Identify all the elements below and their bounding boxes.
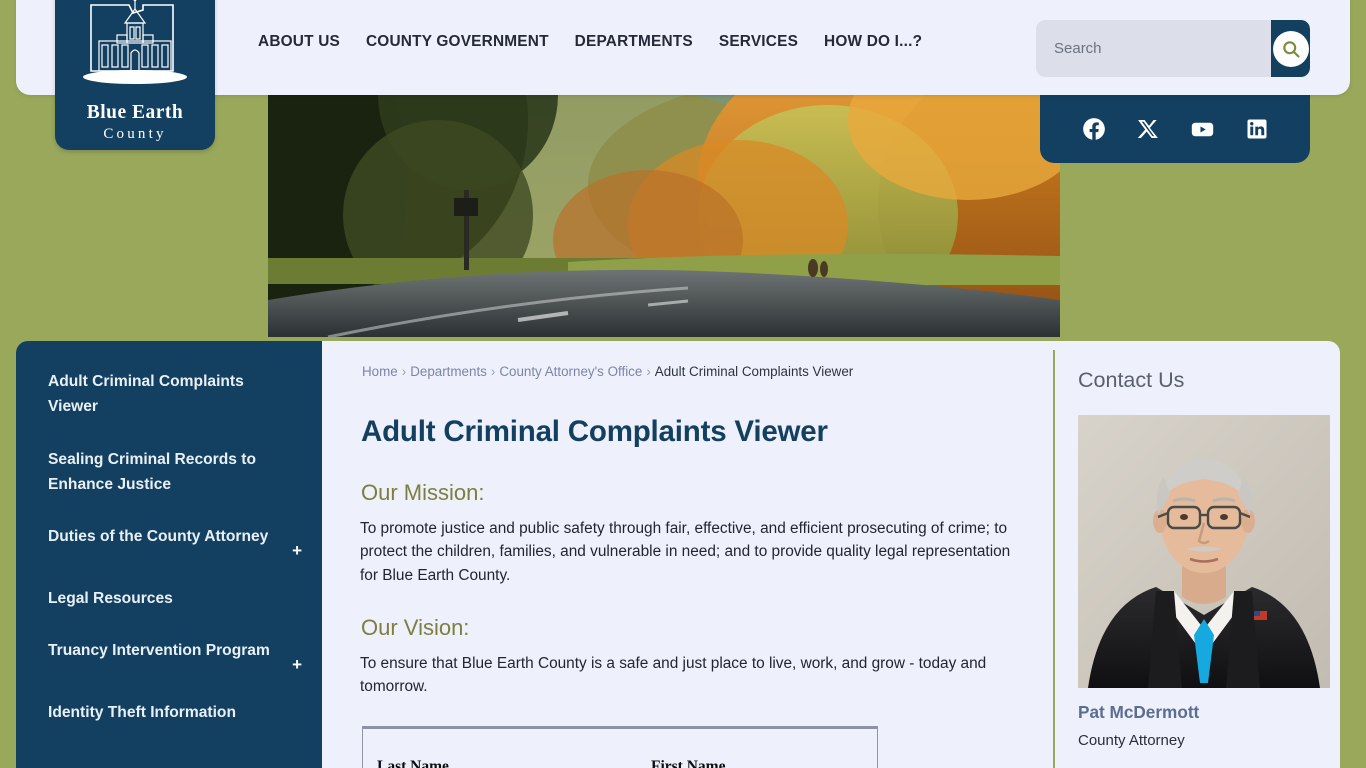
breadcrumb-item-departments[interactable]: Departments: [410, 364, 487, 379]
contact-panel: Contact Us Pat McDermott County Attorney: [1053, 350, 1340, 768]
contact-photo: [1078, 415, 1330, 688]
complaints-table: Last Name First Name: [362, 726, 878, 768]
table-column-header-last-name: Last Name: [377, 758, 449, 768]
breadcrumb: Home › Departments › County Attorney's Offic…: [362, 364, 853, 379]
x-twitter-icon: [1137, 120, 1158, 138]
breadcrumb-separator: ›: [490, 364, 496, 379]
social-link-linkedin[interactable]: [1245, 117, 1269, 141]
sidebar-item-sealing-criminal-records[interactable]: Sealing Criminal Records to Enhance Just…: [48, 447, 302, 498]
sidebar-item-adult-criminal-complaints-viewer[interactable]: Adult Criminal Complaints Viewer: [48, 369, 302, 420]
breadcrumb-item-county-attorneys-office[interactable]: County Attorney's Office: [499, 364, 642, 379]
vision-heading: Our Vision:: [361, 615, 470, 640]
sidebar-item-label: Sealing Criminal Records to Enhance Just…: [48, 450, 256, 493]
sidebar-item-label: Adult Criminal Complaints Viewer: [48, 373, 244, 416]
contact-title: Contact Us: [1078, 368, 1185, 392]
social-link-x[interactable]: [1136, 117, 1160, 141]
sidebar-item-label: Truancy Intervention Program: [48, 642, 270, 660]
page-title: Adult Criminal Complaints Viewer: [361, 415, 828, 448]
vision-text: To ensure that Blue Earth County is a sa…: [360, 655, 987, 696]
sidebar-item-duties-of-the-county-attorney[interactable]: Duties of the County Attorney +: [48, 524, 302, 559]
contact-role: County Attorney: [1078, 732, 1185, 749]
sidebar-item-label: Legal Resources: [48, 590, 173, 607]
breadcrumb-separator: ›: [646, 364, 651, 379]
social-link-facebook[interactable]: [1081, 116, 1107, 142]
social-link-youtube[interactable]: [1189, 116, 1216, 143]
facebook-icon: [1082, 118, 1105, 140]
sidebar-item-identity-theft-information[interactable]: Identity Theft Information: [48, 700, 302, 725]
mission-heading: Our Mission:: [361, 480, 485, 505]
search-icon: [1272, 30, 1309, 67]
logo-name: Blue Earth: [86, 101, 184, 123]
expand-icon[interactable]: +: [292, 638, 302, 673]
expand-icon[interactable]: +: [292, 524, 302, 559]
main-navigation: ABOUT US COUNTY GOVERNMENT DEPARTMENTS S…: [258, 33, 922, 51]
nav-item-services[interactable]: SERVICES: [719, 33, 798, 51]
section-sidebar: Adult Criminal Complaints Viewer Sealing…: [16, 341, 322, 768]
logo-subtitle: County: [103, 126, 167, 142]
nav-item-county-government[interactable]: COUNTY GOVERNMENT: [366, 33, 549, 51]
sidebar-item-truancy-intervention-program[interactable]: Truancy Intervention Program +: [48, 638, 302, 673]
contact-name[interactable]: Pat McDermott: [1078, 702, 1340, 723]
courthouse-logo-icon: [69, 0, 201, 101]
nav-item-about-us[interactable]: ABOUT US: [258, 33, 340, 51]
breadcrumb-item-home[interactable]: Home: [362, 364, 398, 379]
mission-text: To promote justice and public safety thr…: [360, 520, 1011, 584]
site-logo[interactable]: Blue Earth County: [55, 0, 215, 150]
breadcrumb-item-current: Adult Criminal Complaints Viewer: [654, 364, 854, 379]
linkedin-icon: [1247, 119, 1267, 139]
table-column-header-first-name: First Name: [651, 758, 726, 768]
nav-item-how-do-i[interactable]: HOW DO I...?: [824, 33, 922, 51]
search-input[interactable]: [1036, 20, 1271, 77]
social-links-bar: [1040, 95, 1310, 163]
sidebar-item-label: Duties of the County Attorney: [48, 528, 269, 545]
sidebar-item-label: Identity Theft Information: [48, 704, 236, 722]
nav-item-departments[interactable]: DEPARTMENTS: [575, 33, 693, 51]
search-bar: [1036, 20, 1310, 77]
sidebar-item-legal-resources[interactable]: Legal Resources: [48, 586, 302, 611]
search-button[interactable]: [1271, 20, 1310, 77]
breadcrumb-separator: ›: [401, 364, 407, 379]
page-root: Blue Earth County ABOUT US COUNTY GOVERN…: [0, 0, 1366, 768]
youtube-icon: [1191, 122, 1214, 136]
